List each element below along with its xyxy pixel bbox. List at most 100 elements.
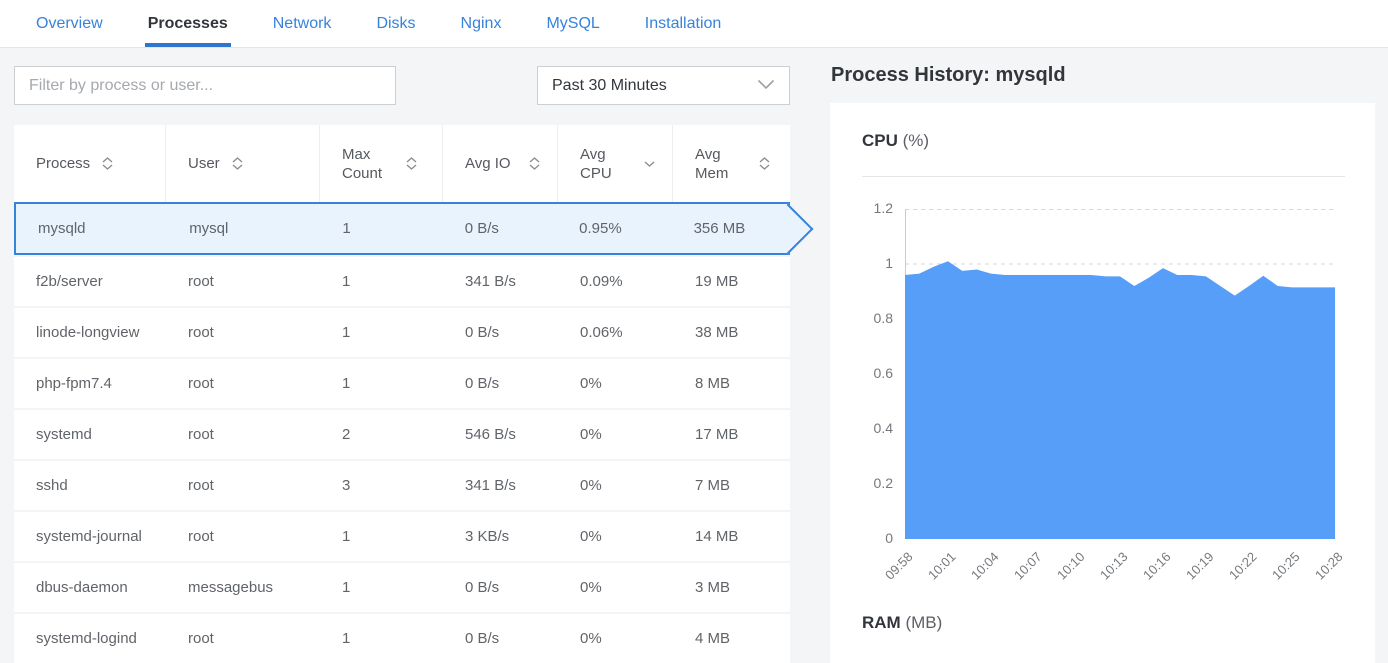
- cell-avg_mem: 19 MB: [673, 257, 790, 306]
- cell-avg_cpu: 0%: [558, 410, 673, 459]
- cell-max_count: 3: [320, 461, 443, 510]
- sort-icon[interactable]: [102, 157, 113, 170]
- cell-process: f2b/server: [14, 257, 166, 306]
- cell-max_count: 1: [320, 308, 443, 357]
- cpu-heading-label: CPU: [862, 131, 898, 150]
- y-tick-label: 1.2: [847, 200, 893, 216]
- top-tab-bar: Overview Processes Network Disks Nginx M…: [0, 0, 1388, 48]
- table-row[interactable]: systemd-logindroot10 B/s0%4 MB: [14, 612, 790, 663]
- sort-icon[interactable]: [232, 157, 243, 170]
- tab-processes[interactable]: Processes: [145, 4, 231, 47]
- tab-network[interactable]: Network: [270, 4, 335, 47]
- cell-max_count: 1: [320, 257, 443, 306]
- cell-process: systemd-journal: [14, 512, 166, 561]
- cell-avg_io: 3 KB/s: [443, 512, 558, 561]
- column-header-max_count[interactable]: Max Count: [320, 125, 443, 202]
- x-tick-label: 10:25: [1252, 549, 1302, 599]
- cell-avg_io: 0 B/s: [443, 359, 558, 408]
- cell-process: dbus-daemon: [14, 563, 166, 612]
- column-header-process[interactable]: Process: [14, 125, 166, 202]
- cell-avg_cpu: 0%: [558, 461, 673, 510]
- cpu-heading-unit: (%): [903, 131, 929, 150]
- sort-icon[interactable]: [644, 161, 655, 167]
- process-table: Process User Max Count Avg IO Avg CPU Avg Mem…: [14, 125, 790, 663]
- y-tick-label: 0.2: [847, 475, 893, 491]
- ram-heading-label: RAM: [862, 613, 901, 632]
- y-tick-label: 0.6: [847, 365, 893, 381]
- table-row[interactable]: php-fpm7.4root10 B/s0%8 MB: [14, 357, 790, 408]
- cell-process: mysqld: [16, 204, 167, 253]
- cell-user: root: [166, 410, 320, 459]
- y-tick-label: 0: [847, 530, 893, 546]
- cell-avg_mem: 17 MB: [673, 410, 790, 459]
- cell-user: root: [166, 512, 320, 561]
- table-row[interactable]: linode-longviewroot10 B/s0.06%38 MB: [14, 306, 790, 357]
- table-row[interactable]: systemd-journalroot13 KB/s0%14 MB: [14, 510, 790, 561]
- cell-avg_cpu: 0%: [558, 563, 673, 612]
- tab-mysql[interactable]: MySQL: [543, 4, 602, 47]
- column-label: Avg CPU: [580, 145, 632, 183]
- sort-icon[interactable]: [759, 157, 770, 170]
- cell-avg_io: 341 B/s: [443, 257, 558, 306]
- time-range-select[interactable]: Past 30 Minutes: [537, 66, 790, 105]
- table-row[interactable]: f2b/serverroot1341 B/s0.09%19 MB: [14, 255, 790, 306]
- chevron-down-icon: [757, 77, 775, 95]
- sort-icon[interactable]: [406, 157, 417, 170]
- x-tick-label: 10:07: [994, 549, 1044, 599]
- table-row[interactable]: dbus-daemonmessagebus10 B/s0%3 MB: [14, 561, 790, 612]
- cell-user: root: [166, 359, 320, 408]
- cell-avg_io: 341 B/s: [443, 461, 558, 510]
- cell-avg_cpu: 0%: [558, 512, 673, 561]
- cell-user: mysql: [167, 204, 320, 253]
- table-body: mysqldmysql10 B/s0.95%356 MBf2b/serverro…: [14, 202, 790, 663]
- x-tick-label: 10:04: [951, 549, 1001, 599]
- column-label: User: [188, 154, 220, 173]
- y-tick-label: 1: [847, 255, 893, 271]
- table-row[interactable]: systemdroot2546 B/s0%17 MB: [14, 408, 790, 459]
- cell-process: linode-longview: [14, 308, 166, 357]
- x-tick-label: 10:19: [1166, 549, 1216, 599]
- y-tick-label: 0.8: [847, 310, 893, 326]
- cell-max_count: 1: [320, 563, 443, 612]
- cell-max_count: 2: [320, 410, 443, 459]
- process-history-card: CPU (%) 00.20.40.60.811.209:5810:0110:04…: [830, 103, 1375, 663]
- column-header-user[interactable]: User: [166, 125, 320, 202]
- table-row[interactable]: sshdroot3341 B/s0%7 MB: [14, 459, 790, 510]
- cell-process: systemd: [14, 410, 166, 459]
- tab-installation[interactable]: Installation: [642, 4, 725, 47]
- process-filter-input[interactable]: [14, 66, 396, 105]
- cell-avg_mem: 8 MB: [673, 359, 790, 408]
- column-label: Max Count: [342, 145, 394, 183]
- y-tick-label: 0.4: [847, 420, 893, 436]
- column-label: Process: [36, 154, 90, 173]
- cpu-chart-heading: CPU (%): [862, 131, 929, 151]
- cell-avg_mem: 356 MB: [672, 204, 788, 253]
- tab-overview[interactable]: Overview: [33, 4, 106, 47]
- cell-max_count: 1: [320, 512, 443, 561]
- x-tick-label: 10:10: [1037, 549, 1087, 599]
- tab-disks[interactable]: Disks: [373, 4, 418, 47]
- column-header-avg_cpu[interactable]: Avg CPU: [558, 125, 673, 202]
- cell-avg_io: 0 B/s: [443, 204, 557, 253]
- x-tick-label: 10:16: [1123, 549, 1173, 599]
- ram-heading-unit: (MB): [905, 613, 942, 632]
- table-header-row: Process User Max Count Avg IO Avg CPU Avg Mem: [14, 125, 790, 202]
- cell-avg_io: 0 B/s: [443, 563, 558, 612]
- time-range-value: Past 30 Minutes: [552, 77, 667, 95]
- cell-avg_mem: 14 MB: [673, 512, 790, 561]
- column-label: Avg Mem: [695, 145, 747, 183]
- x-tick-label: 10:22: [1209, 549, 1259, 599]
- cell-avg_cpu: 0.06%: [558, 308, 673, 357]
- column-header-avg_mem[interactable]: Avg Mem: [673, 125, 790, 202]
- cell-avg_mem: 38 MB: [673, 308, 790, 357]
- cell-avg_mem: 7 MB: [673, 461, 790, 510]
- x-tick-label: 09:58: [865, 549, 915, 599]
- column-header-avg_io[interactable]: Avg IO: [443, 125, 558, 202]
- x-tick-label: 10:13: [1080, 549, 1130, 599]
- cell-user: messagebus: [166, 563, 320, 612]
- sort-icon[interactable]: [529, 157, 540, 170]
- tab-nginx[interactable]: Nginx: [458, 4, 505, 47]
- cell-user: root: [166, 461, 320, 510]
- table-row[interactable]: mysqldmysql10 B/s0.95%356 MB: [14, 202, 790, 255]
- cell-max_count: 1: [320, 359, 443, 408]
